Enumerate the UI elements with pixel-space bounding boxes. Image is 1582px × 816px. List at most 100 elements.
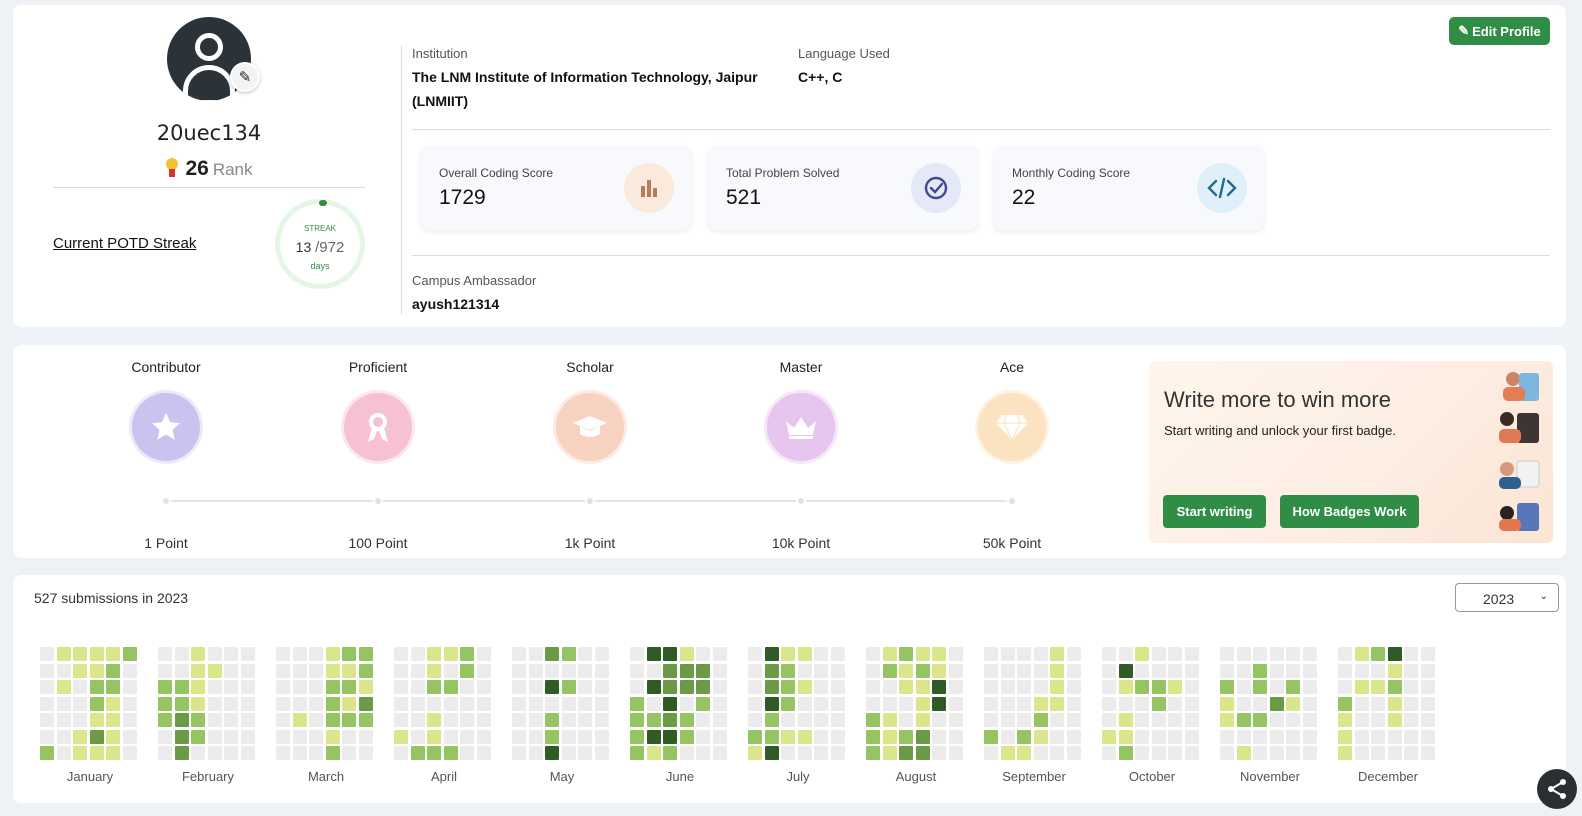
- heatmap-cell[interactable]: [40, 663, 54, 678]
- heatmap-cell[interactable]: [1236, 663, 1251, 678]
- heatmap-cell[interactable]: [325, 647, 340, 661]
- heatmap-cell[interactable]: [663, 680, 677, 694]
- heatmap-cell[interactable]: [1118, 647, 1133, 661]
- heatmap-cell[interactable]: [122, 647, 137, 661]
- heatmap-cell[interactable]: [427, 746, 441, 760]
- heatmap-cell[interactable]: [1236, 647, 1251, 661]
- heatmap-cell[interactable]: [1269, 729, 1284, 744]
- heatmap-cell[interactable]: [1118, 663, 1133, 678]
- heatmap-cell[interactable]: [1387, 647, 1402, 661]
- heatmap-cell[interactable]: [932, 729, 946, 744]
- heatmap-cell[interactable]: [106, 746, 120, 760]
- heatmap-cell[interactable]: [1302, 696, 1317, 711]
- heatmap-cell[interactable]: [207, 647, 222, 661]
- heatmap-cell[interactable]: [40, 647, 54, 661]
- heatmap-cell[interactable]: [814, 696, 828, 711]
- heatmap-cell[interactable]: [797, 729, 812, 744]
- heatmap-cell[interactable]: [528, 680, 543, 694]
- heatmap-cell[interactable]: [712, 729, 727, 744]
- heatmap-cell[interactable]: [984, 647, 998, 661]
- heatmap-cell[interactable]: [106, 663, 120, 678]
- heatmap-cell[interactable]: [594, 696, 609, 711]
- heatmap-cell[interactable]: [1420, 729, 1435, 744]
- heatmap-cell[interactable]: [1017, 680, 1031, 694]
- heatmap-cell[interactable]: [191, 647, 205, 661]
- heatmap-cell[interactable]: [1253, 696, 1267, 711]
- heatmap-cell[interactable]: [1050, 746, 1064, 760]
- heatmap-cell[interactable]: [984, 713, 998, 727]
- heatmap-cell[interactable]: [427, 729, 441, 744]
- heatmap-cell[interactable]: [191, 713, 205, 727]
- heatmap-cell[interactable]: [276, 647, 290, 661]
- heatmap-cell[interactable]: [1269, 647, 1284, 661]
- heatmap-cell[interactable]: [1066, 680, 1081, 694]
- heatmap-cell[interactable]: [578, 746, 592, 760]
- heatmap-cell[interactable]: [1066, 713, 1081, 727]
- badge-ace[interactable]: Ace 50k Point: [932, 359, 1092, 551]
- heatmap-cell[interactable]: [1168, 647, 1182, 661]
- heatmap-cell[interactable]: [915, 746, 930, 760]
- heatmap-cell[interactable]: [1220, 647, 1234, 661]
- heatmap-cell[interactable]: [1302, 680, 1317, 694]
- heatmap-cell[interactable]: [122, 746, 137, 760]
- badge-scholar[interactable]: Scholar 1k Point: [510, 359, 670, 551]
- heatmap-cell[interactable]: [1184, 663, 1199, 678]
- heatmap-cell[interactable]: [106, 680, 120, 694]
- heatmap-cell[interactable]: [309, 746, 323, 760]
- heatmap-cell[interactable]: [106, 729, 120, 744]
- heatmap-cell[interactable]: [781, 680, 795, 694]
- heatmap-cell[interactable]: [394, 680, 408, 694]
- heatmap-cell[interactable]: [158, 663, 172, 678]
- heatmap-cell[interactable]: [40, 680, 54, 694]
- heatmap-cell[interactable]: [460, 729, 474, 744]
- heatmap-cell[interactable]: [932, 647, 946, 661]
- heatmap-cell[interactable]: [1118, 713, 1133, 727]
- heatmap-cell[interactable]: [646, 713, 661, 727]
- heatmap-cell[interactable]: [174, 680, 189, 694]
- heatmap-cell[interactable]: [545, 713, 559, 727]
- heatmap-cell[interactable]: [443, 713, 458, 727]
- heatmap-cell[interactable]: [663, 696, 677, 711]
- heatmap-cell[interactable]: [781, 729, 795, 744]
- heatmap-cell[interactable]: [1102, 663, 1116, 678]
- heatmap-cell[interactable]: [882, 746, 897, 760]
- heatmap-cell[interactable]: [748, 713, 762, 727]
- heatmap-cell[interactable]: [1404, 663, 1418, 678]
- heatmap-cell[interactable]: [240, 713, 255, 727]
- heatmap-cell[interactable]: [158, 696, 172, 711]
- heatmap-cell[interactable]: [1184, 746, 1199, 760]
- heatmap-cell[interactable]: [1151, 647, 1166, 661]
- heatmap-cell[interactable]: [224, 696, 238, 711]
- badge-master[interactable]: Master 10k Point: [721, 359, 881, 551]
- heatmap-cell[interactable]: [797, 663, 812, 678]
- heatmap-cell[interactable]: [915, 729, 930, 744]
- heatmap-cell[interactable]: [106, 647, 120, 661]
- heatmap-cell[interactable]: [1168, 680, 1182, 694]
- heatmap-cell[interactable]: [1017, 713, 1031, 727]
- heatmap-cell[interactable]: [948, 663, 963, 678]
- heatmap-cell[interactable]: [1017, 663, 1031, 678]
- heatmap-cell[interactable]: [1118, 746, 1133, 760]
- heatmap-cell[interactable]: [797, 680, 812, 694]
- heatmap-cell[interactable]: [866, 647, 880, 661]
- heatmap-cell[interactable]: [292, 746, 307, 760]
- heatmap-cell[interactable]: [174, 647, 189, 661]
- heatmap-cell[interactable]: [1168, 663, 1182, 678]
- heatmap-cell[interactable]: [830, 696, 845, 711]
- heatmap-cell[interactable]: [1220, 680, 1234, 694]
- heatmap-cell[interactable]: [207, 746, 222, 760]
- heatmap-cell[interactable]: [1102, 729, 1116, 744]
- heatmap-cell[interactable]: [679, 746, 694, 760]
- heatmap-cell[interactable]: [276, 663, 290, 678]
- heatmap-cell[interactable]: [712, 647, 727, 661]
- start-writing-button[interactable]: Start writing: [1163, 495, 1266, 528]
- heatmap-cell[interactable]: [814, 680, 828, 694]
- heatmap-cell[interactable]: [1135, 647, 1149, 661]
- heatmap-cell[interactable]: [594, 746, 609, 760]
- heatmap-cell[interactable]: [443, 696, 458, 711]
- heatmap-cell[interactable]: [663, 647, 677, 661]
- heatmap-cell[interactable]: [1033, 713, 1048, 727]
- heatmap-cell[interactable]: [476, 663, 491, 678]
- heatmap-cell[interactable]: [410, 680, 425, 694]
- heatmap-cell[interactable]: [1151, 713, 1166, 727]
